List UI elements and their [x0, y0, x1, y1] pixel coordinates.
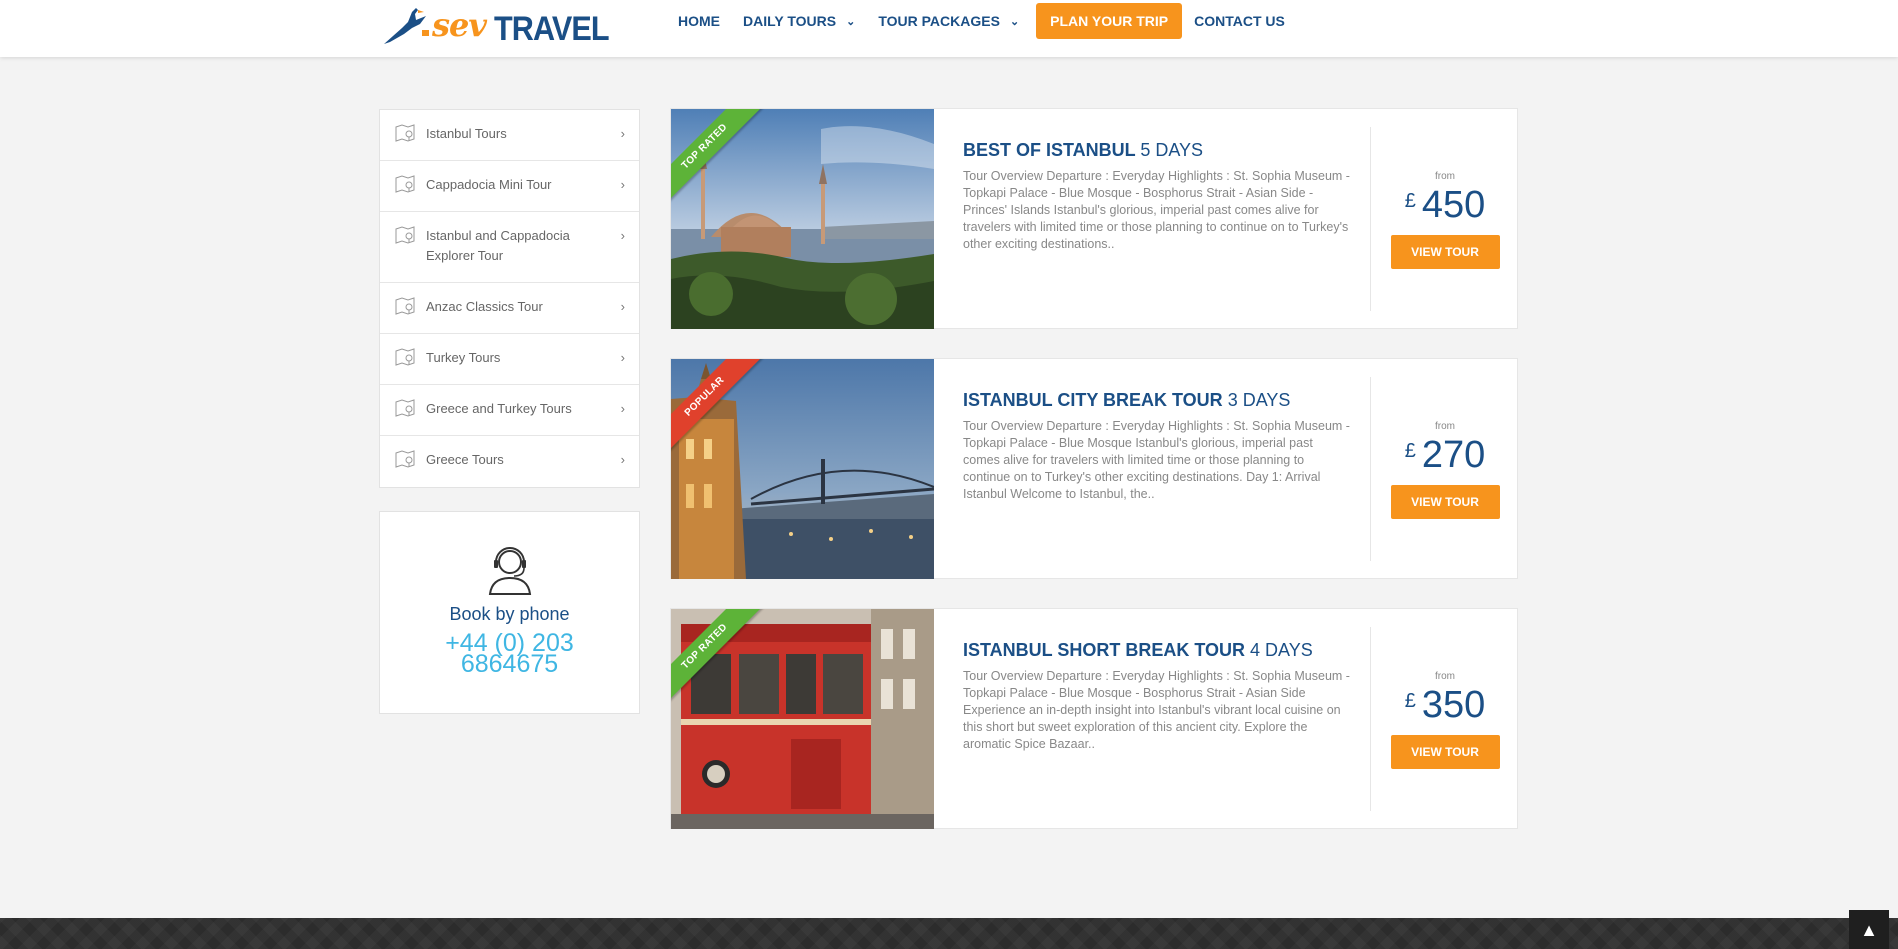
book-by-phone-panel: Book by phone +44 (0) 203 6864675 [379, 511, 640, 714]
chevron-up-icon: ▲ [1860, 920, 1878, 940]
tour-duration: 3 DAYS [1227, 390, 1291, 410]
tour-price-panel: from £350 VIEW TOUR [1371, 609, 1519, 829]
sidebar-item-cappadocia-mini-tour[interactable]: Cappadocia Mini Tour › [380, 161, 639, 212]
price-from-label: from [1435, 671, 1455, 682]
nav-daily-tours-label: DAILY TOURS [743, 13, 837, 29]
tour-info: BEST OF ISTANBUL 5 DAYS Tour Overview De… [963, 139, 1353, 253]
currency-symbol: £ [1404, 690, 1416, 712]
nav-home[interactable]: HOME [678, 13, 720, 29]
nav-daily-tours[interactable]: DAILY TOURS ⌄ [743, 13, 855, 29]
tour-price-panel: from £270 VIEW TOUR [1371, 359, 1519, 579]
stork-logo-icon [384, 8, 429, 44]
nav-tour-packages-label: TOUR PACKAGES [878, 13, 1000, 29]
site-footer [0, 918, 1898, 949]
nav-tour-packages[interactable]: TOUR PACKAGES ⌄ [878, 13, 1019, 29]
map-pin-icon [395, 226, 415, 244]
tour-name: ISTANBUL SHORT BREAK TOUR [963, 640, 1246, 660]
view-tour-button[interactable]: VIEW TOUR [1390, 735, 1500, 769]
price-value: 270 [1421, 434, 1486, 476]
price-from-label: from [1435, 421, 1455, 432]
chevron-right-icon: › [620, 452, 625, 467]
tour-description: Tour Overview Departure : Everyday Highl… [963, 169, 1350, 251]
tour-name: ISTANBUL CITY BREAK TOUR [963, 390, 1223, 410]
sidebar-item-istanbul-tours[interactable]: Istanbul Tours › [380, 110, 639, 161]
tour-description: Tour Overview Departure : Everyday Highl… [963, 419, 1350, 501]
chevron-right-icon: › [620, 126, 625, 141]
logo-travel-text: TRAVEL [494, 10, 610, 48]
sidebar-item-turkey-tours[interactable]: Turkey Tours › [380, 334, 639, 385]
tour-name: BEST OF ISTANBUL [963, 140, 1136, 160]
sidebar-item-istanbul-cappadocia-explorer[interactable]: Istanbul and Cappadocia Explorer Tour › [380, 212, 639, 283]
tour-card: TOP RATED ISTANBUL SHORT BREAK TOUR 4 DA… [670, 608, 1518, 829]
tour-price: £350 [1371, 684, 1519, 727]
tour-card: TOP RATED BEST OF ISTANBUL 5 DAYS Tour O… [670, 108, 1518, 329]
site-logo[interactable]: sev TRAVEL [382, 4, 610, 48]
tour-duration: 5 DAYS [1140, 140, 1204, 160]
nav-contact-label: CONTACT US [1194, 13, 1285, 29]
chevron-right-icon: › [620, 401, 625, 416]
site-header: sev TRAVEL HOME DAILY TOURS ⌄ TOUR PACKAG… [0, 0, 1898, 57]
tour-info: ISTANBUL SHORT BREAK TOUR 4 DAYS Tour Ov… [963, 639, 1353, 753]
map-pin-icon [395, 450, 415, 468]
tour-photo-tram[interactable]: TOP RATED [671, 609, 934, 829]
phone-number-link[interactable]: +44 (0) 203 6864675 [380, 631, 639, 677]
map-pin-icon [395, 297, 415, 315]
chevron-right-icon: › [620, 350, 625, 365]
nav-contact-us[interactable]: CONTACT US [1194, 13, 1285, 29]
tour-photo-bosphorus[interactable]: POPULAR [671, 359, 934, 579]
sidebar-item-label: Istanbul Tours [426, 126, 507, 141]
sidebar-item-label: Greece and Turkey Tours [426, 401, 572, 416]
price-value: 450 [1421, 184, 1486, 226]
sidebar-item-label: Istanbul and Cappadocia Explorer Tour [426, 228, 570, 263]
view-tour-button[interactable]: VIEW TOUR [1390, 485, 1500, 519]
sidebar-item-label: Anzac Classics Tour [426, 299, 543, 314]
tour-info: ISTANBUL CITY BREAK TOUR 3 DAYS Tour Ove… [963, 389, 1353, 503]
tour-price: £450 [1371, 184, 1519, 227]
main-nav: HOME DAILY TOURS ⌄ TOUR PACKAGES ⌄ PLAN YO… [678, 0, 1308, 42]
tour-price-panel: from £450 VIEW TOUR [1371, 109, 1519, 329]
tour-photo-hagia-sophia[interactable]: TOP RATED [671, 109, 934, 329]
book-by-phone-heading: Book by phone [449, 604, 570, 624]
nav-home-label: HOME [678, 13, 720, 29]
tour-title[interactable]: BEST OF ISTANBUL 5 DAYS [963, 139, 1353, 161]
tour-title[interactable]: ISTANBUL CITY BREAK TOUR 3 DAYS [963, 389, 1353, 411]
sidebar-item-greece-turkey-tours[interactable]: Greece and Turkey Tours › [380, 385, 639, 436]
sidebar-item-label: Greece Tours [426, 452, 504, 467]
view-tour-button[interactable]: VIEW TOUR [1390, 235, 1500, 269]
price-from-label: from [1435, 171, 1455, 182]
tour-category-menu: Istanbul Tours › Cappadocia Mini Tour › … [379, 109, 640, 488]
plan-your-trip-button[interactable]: PLAN YOUR TRIP [1036, 3, 1183, 39]
sidebar-item-label: Turkey Tours [426, 350, 501, 365]
map-pin-icon [395, 124, 415, 142]
chevron-right-icon: › [620, 177, 625, 192]
chevron-down-icon: ⌄ [846, 15, 856, 28]
map-pin-icon [395, 348, 415, 366]
headset-agent-icon [488, 547, 531, 595]
currency-symbol: £ [1404, 190, 1416, 212]
sidebar-item-greece-tours[interactable]: Greece Tours › [380, 436, 639, 487]
sidebar-item-label: Cappadocia Mini Tour [426, 177, 552, 192]
map-pin-icon [395, 399, 415, 417]
tour-card: POPULAR ISTANBUL CITY BREAK TOUR 3 DAYS … [670, 358, 1518, 579]
map-pin-icon [395, 175, 415, 193]
tour-title[interactable]: ISTANBUL SHORT BREAK TOUR 4 DAYS [963, 639, 1353, 661]
tour-price: £270 [1371, 434, 1519, 477]
sidebar-item-anzac-classics[interactable]: Anzac Classics Tour › [380, 283, 639, 334]
currency-symbol: £ [1404, 440, 1416, 462]
scroll-to-top-button[interactable]: ▲ [1849, 910, 1889, 949]
chevron-right-icon: › [620, 228, 625, 243]
chevron-right-icon: › [620, 299, 625, 314]
chevron-down-icon: ⌄ [1009, 15, 1020, 28]
logo-sev-text: sev [432, 6, 487, 44]
tour-description: Tour Overview Departure : Everyday Highl… [963, 669, 1350, 751]
tour-duration: 4 DAYS [1250, 640, 1313, 660]
price-value: 350 [1421, 684, 1486, 726]
